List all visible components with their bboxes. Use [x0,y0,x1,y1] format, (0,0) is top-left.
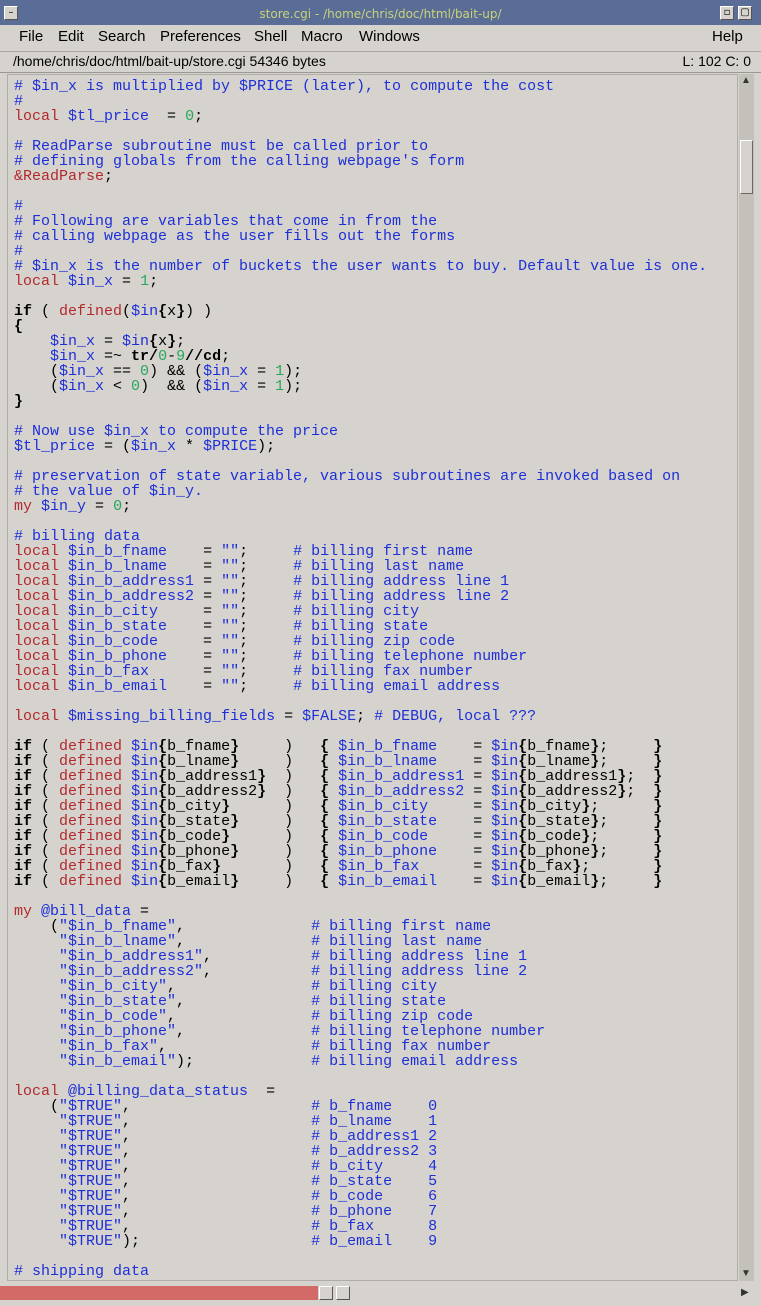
scroll-down-icon[interactable]: ▼ [741,1269,751,1279]
text-editor-area[interactable]: # $in_x is multiplied by $PRICE (later),… [7,74,738,1281]
pane-close-button[interactable] [336,1286,350,1300]
menu-shell[interactable]: Shell [254,28,287,46]
menu-search[interactable]: Search [98,28,146,46]
title-bar[interactable]: – store.cgi - /home/chris/doc/html/bait-… [0,0,761,25]
vertical-scroll-thumb[interactable] [740,140,753,194]
cursor-position: L: 102 C: 0 [682,53,752,69]
menu-macro[interactable]: Macro [301,28,343,46]
menu-edit[interactable]: Edit [58,28,84,46]
minimize-icon[interactable]: ▫ [720,6,734,20]
status-bar: /home/chris/doc/html/bait-up/store.cgi 5… [0,52,761,73]
scroll-right-icon[interactable]: ▶ [741,1288,749,1298]
horizontal-scroll-thumb[interactable] [0,1286,318,1300]
menu-file[interactable]: File [19,28,43,46]
menu-preferences[interactable]: Preferences [160,28,241,46]
scroll-up-icon[interactable]: ▲ [741,76,751,86]
window-title: store.cgi - /home/chris/doc/html/bait-up… [259,7,502,21]
vertical-scrollbar[interactable]: ▲ ▼ [739,74,754,1281]
menu-bar: File Edit Search Preferences Shell Macro… [0,25,761,52]
menu-windows[interactable]: Windows [359,28,420,46]
menu-help[interactable]: Help [712,28,743,46]
maximize-icon[interactable]: ▢ [738,6,752,20]
horizontal-scrollbar[interactable]: ▶ [0,1283,761,1306]
pane-split-button[interactable] [319,1286,333,1300]
file-path: /home/chris/doc/html/bait-up/store.cgi 5… [13,53,326,69]
code-content[interactable]: # $in_x is multiplied by $PRICE (later),… [14,79,707,1279]
